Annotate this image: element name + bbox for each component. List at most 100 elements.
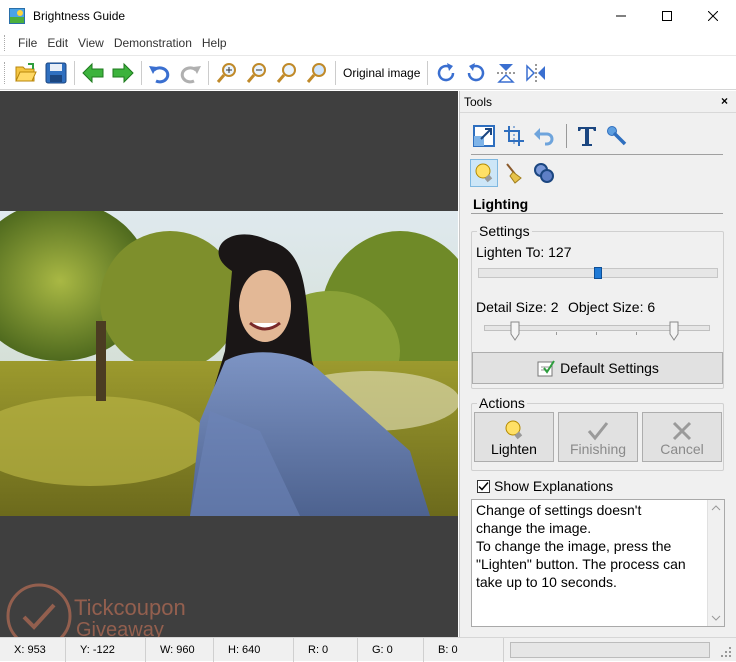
scroll-down-icon bbox=[711, 615, 721, 621]
toolbar: Original image bbox=[0, 55, 736, 90]
toolbar-grip bbox=[4, 61, 7, 84]
explanation-box[interactable]: Change of settings doesn't change the im… bbox=[471, 499, 725, 627]
lighten-to-slider-thumb[interactable] bbox=[593, 267, 602, 279]
zoom-fit-icon bbox=[276, 62, 296, 83]
zoom-out-button[interactable] bbox=[242, 58, 272, 88]
settings-group: Settings Lighten To: 127 Detail Size: 2 … bbox=[471, 223, 724, 389]
color-tool[interactable] bbox=[530, 159, 558, 187]
zoom-in-button[interactable] bbox=[212, 58, 242, 88]
light-bulb-icon bbox=[505, 420, 523, 440]
arrow-left-icon bbox=[82, 62, 104, 83]
show-explanations-label: Show Explanations bbox=[494, 478, 614, 494]
watermark-text-1: Tickcoupon bbox=[74, 595, 186, 620]
finishing-button[interactable]: Finishing bbox=[558, 412, 638, 462]
explanation-line: take up to 10 seconds. bbox=[476, 574, 617, 590]
zoom-out-icon bbox=[246, 62, 266, 83]
lighting-tool[interactable] bbox=[470, 159, 498, 187]
zoom-in-icon bbox=[216, 62, 236, 83]
broom-icon bbox=[506, 163, 522, 184]
back-button[interactable] bbox=[78, 58, 108, 88]
image-canvas[interactable]: Tickcoupon Giveaway bbox=[0, 91, 458, 649]
resize-grip-icon[interactable] bbox=[720, 646, 732, 658]
text-tool[interactable] bbox=[573, 122, 601, 150]
flip-horizontal-icon bbox=[526, 63, 546, 82]
tools-panel: Tools × Lighting Settings Lighten To: 12… bbox=[459, 91, 736, 637]
maximize-button[interactable] bbox=[644, 0, 690, 31]
detail-size-label: Detail Size: 2 bbox=[476, 299, 559, 315]
menu-file[interactable]: File bbox=[13, 31, 42, 55]
scroll-up-icon bbox=[711, 505, 721, 511]
minimize-icon bbox=[616, 15, 626, 16]
status-w: W: 960 bbox=[146, 637, 214, 662]
tool-row-1 bbox=[470, 122, 633, 150]
status-h: H: 640 bbox=[214, 637, 294, 662]
menu-edit[interactable]: Edit bbox=[42, 31, 73, 55]
finishing-label: Finishing bbox=[569, 441, 627, 457]
minimize-button[interactable] bbox=[598, 0, 644, 31]
undo-icon bbox=[149, 65, 170, 83]
title-bar: Brightness Guide bbox=[0, 0, 736, 31]
menu-demonstration[interactable]: Demonstration bbox=[109, 31, 197, 55]
zoom-actual-button[interactable] bbox=[302, 58, 332, 88]
tools-close-button[interactable]: × bbox=[721, 94, 728, 108]
slider-tick bbox=[556, 332, 557, 335]
flip-horizontal-button[interactable] bbox=[521, 58, 551, 88]
save-button[interactable] bbox=[41, 58, 71, 88]
actions-group-label: Actions bbox=[477, 395, 527, 411]
open-button[interactable] bbox=[11, 58, 41, 88]
tool-row-2 bbox=[470, 159, 560, 187]
brush-tool[interactable] bbox=[500, 159, 528, 187]
rotate-cw-button[interactable] bbox=[431, 58, 461, 88]
close-button[interactable] bbox=[690, 0, 736, 31]
toolbar-separator bbox=[74, 60, 75, 85]
lighten-button[interactable]: Lighten bbox=[474, 412, 554, 462]
tool-separator bbox=[566, 124, 567, 148]
default-settings-icon bbox=[537, 360, 555, 377]
cancel-button[interactable]: Cancel bbox=[642, 412, 722, 462]
zoom-fit-button[interactable] bbox=[272, 58, 302, 88]
explanation-scrollbar[interactable] bbox=[707, 500, 724, 626]
section-title: Lighting bbox=[473, 196, 529, 212]
toolbar-separator bbox=[208, 60, 209, 85]
flip-vertical-icon bbox=[497, 63, 516, 83]
tool-divider bbox=[471, 154, 723, 155]
status-b: B: 0 bbox=[424, 637, 504, 662]
wrench-tool[interactable] bbox=[603, 122, 631, 150]
undo-button[interactable] bbox=[145, 58, 175, 88]
forward-button[interactable] bbox=[108, 58, 138, 88]
menu-view[interactable]: View bbox=[73, 31, 109, 55]
object-size-thumb[interactable] bbox=[669, 321, 679, 341]
explanation-line: To change the image, press the bbox=[476, 538, 672, 554]
light-bulb-icon bbox=[475, 163, 493, 183]
rotate-ccw-button[interactable] bbox=[461, 58, 491, 88]
crop-tool[interactable] bbox=[500, 122, 528, 150]
detail-size-thumb[interactable] bbox=[510, 321, 520, 341]
original-image-button[interactable]: Original image bbox=[339, 66, 424, 80]
crop-icon bbox=[504, 126, 524, 146]
lighten-to-label: Lighten To: 127 bbox=[476, 244, 572, 260]
app-icon bbox=[9, 7, 25, 24]
status-bar: X: 953 Y: -122 W: 960 H: 640 R: 0 G: 0 B… bbox=[0, 637, 736, 662]
resize-tool[interactable] bbox=[470, 122, 498, 150]
color-circles-icon bbox=[534, 163, 554, 183]
explanation-line: change the image. bbox=[476, 520, 592, 536]
object-size-label: Object Size: 6 bbox=[568, 299, 656, 315]
show-explanations-checkbox[interactable] bbox=[477, 480, 490, 493]
default-settings-button[interactable]: Default Settings bbox=[472, 352, 723, 384]
menu-help[interactable]: Help bbox=[197, 31, 232, 55]
folder-open-icon bbox=[15, 62, 37, 81]
wrench-icon bbox=[607, 126, 627, 146]
menu-bar: File Edit View Demonstration Help bbox=[0, 31, 736, 55]
status-y: Y: -122 bbox=[66, 637, 146, 662]
status-x: X: 953 bbox=[0, 637, 66, 662]
default-settings-label: Default Settings bbox=[560, 360, 659, 376]
toolbar-separator bbox=[427, 60, 429, 85]
zoom-actual-icon bbox=[306, 62, 326, 83]
flip-vertical-button[interactable] bbox=[491, 58, 521, 88]
undo-tool[interactable] bbox=[530, 122, 558, 150]
undo-arrow-icon bbox=[534, 128, 554, 146]
actions-group: Actions Lighten Finishing Cancel bbox=[471, 395, 724, 471]
cross-icon bbox=[672, 421, 692, 441]
redo-button[interactable] bbox=[175, 58, 205, 88]
explanation-line: Change of settings doesn't bbox=[476, 502, 642, 518]
